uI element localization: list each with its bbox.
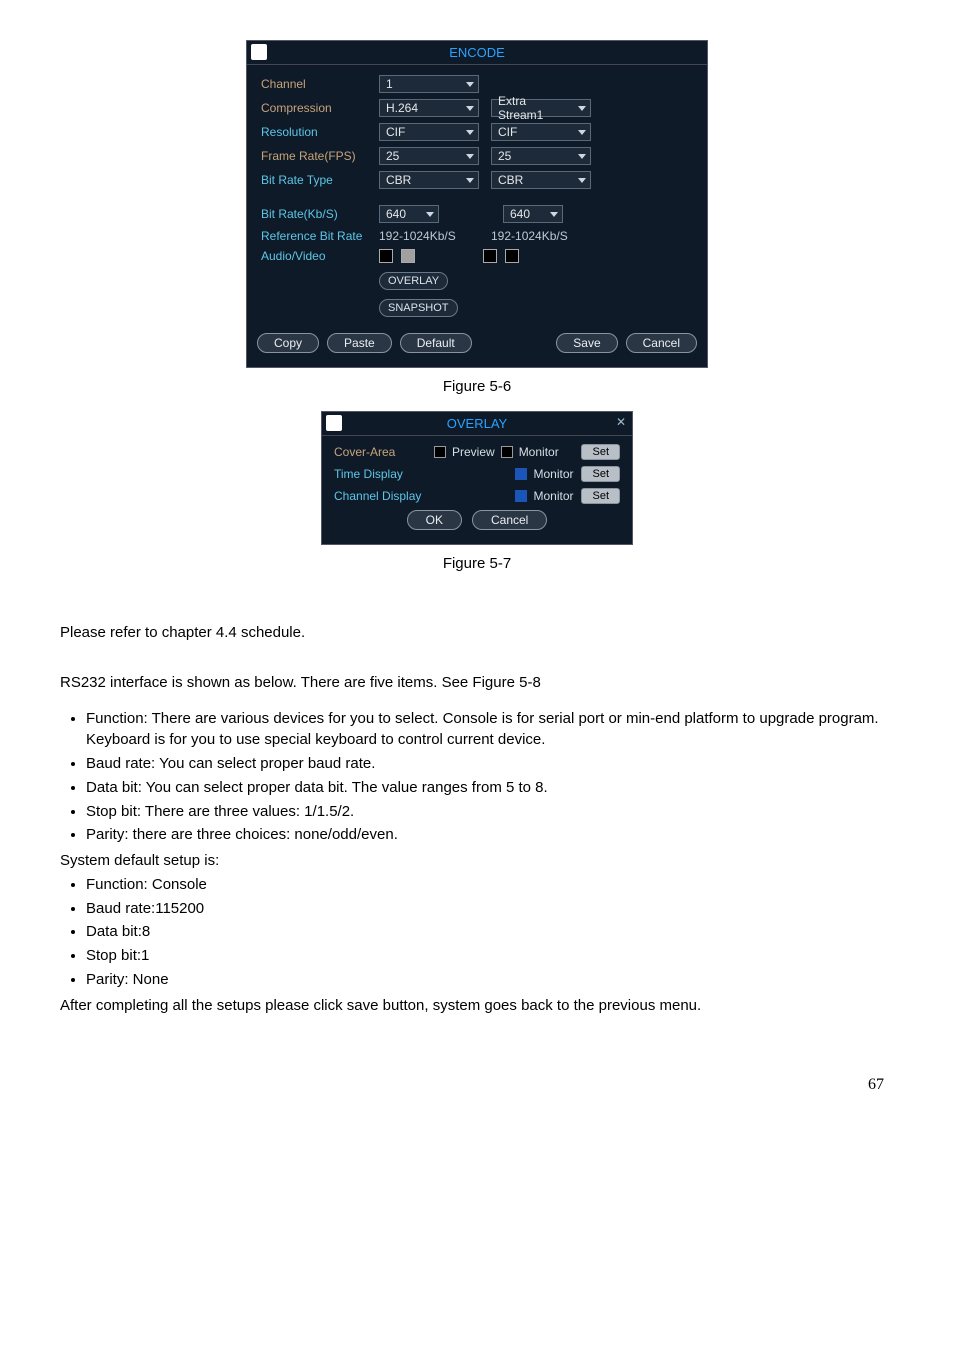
chevron-down-icon bbox=[578, 154, 586, 159]
compression-main-select[interactable]: H.264 bbox=[379, 99, 479, 117]
window-icon bbox=[326, 415, 342, 431]
overlay-ok-button[interactable]: OK bbox=[407, 510, 462, 530]
list-item: Parity: None bbox=[86, 969, 894, 991]
copy-button[interactable]: Copy bbox=[257, 333, 319, 353]
dialog-title: ENCODE bbox=[449, 45, 505, 60]
paragraph: System default setup is: bbox=[60, 850, 894, 872]
channel-set-button[interactable]: Set bbox=[581, 488, 620, 504]
av-extra-video-checkbox[interactable] bbox=[505, 249, 519, 263]
paste-button[interactable]: Paste bbox=[327, 333, 392, 353]
chevron-down-icon bbox=[466, 154, 474, 159]
list-item: Stop bit:1 bbox=[86, 945, 894, 967]
bitrate-main-select[interactable]: 640 bbox=[379, 205, 439, 223]
fps-extra-select[interactable]: 25 bbox=[491, 147, 591, 165]
av-main-video-checkbox[interactable] bbox=[401, 249, 415, 263]
label-cover-area: Cover-Area bbox=[334, 445, 434, 459]
resolution-main-select[interactable]: CIF bbox=[379, 123, 479, 141]
bitratetype-main-select[interactable]: CBR bbox=[379, 171, 479, 189]
chevron-down-icon bbox=[426, 212, 434, 217]
page-number: 67 bbox=[60, 1076, 894, 1094]
overlay-title-text: OVERLAY bbox=[447, 416, 507, 431]
label-channel: Channel bbox=[261, 77, 379, 91]
chevron-down-icon bbox=[578, 130, 586, 135]
av-main-audio-checkbox[interactable] bbox=[379, 249, 393, 263]
overlay-cancel-button[interactable]: Cancel bbox=[472, 510, 547, 530]
list-item: Baud rate: You can select proper baud ra… bbox=[86, 753, 894, 775]
chevron-down-icon bbox=[578, 178, 586, 183]
dialog-title-bar: ENCODE bbox=[247, 41, 707, 65]
preview-checkbox[interactable] bbox=[434, 446, 446, 458]
paragraph: Please refer to chapter 4.4 schedule. bbox=[60, 622, 894, 644]
encode-dialog: ENCODE Channel 1 Compression H.264 Extra… bbox=[246, 40, 708, 368]
snapshot-button[interactable]: SNAPSHOT bbox=[379, 299, 458, 317]
label-refbitrate: Reference Bit Rate bbox=[261, 229, 379, 243]
list-item: Function: Console bbox=[86, 874, 894, 896]
label-compression: Compression bbox=[261, 101, 379, 115]
list-item: Data bit: You can select proper data bit… bbox=[86, 777, 894, 799]
close-icon[interactable]: ✕ bbox=[616, 415, 626, 429]
figure-caption-57: Figure 5-7 bbox=[60, 555, 894, 572]
channel-monitor-checkbox[interactable] bbox=[515, 490, 527, 502]
resolution-extra-select[interactable]: CIF bbox=[491, 123, 591, 141]
fps-main-select[interactable]: 25 bbox=[379, 147, 479, 165]
overlay-dialog: OVERLAY ✕ Cover-Area Preview Monitor Set… bbox=[321, 411, 633, 545]
save-button[interactable]: Save bbox=[556, 333, 617, 353]
label-av: Audio/Video bbox=[261, 249, 379, 263]
ref-main-value: 192-1024Kb/S bbox=[379, 229, 479, 243]
chevron-down-icon bbox=[550, 212, 558, 217]
overlay-title-bar: OVERLAY ✕ bbox=[322, 412, 632, 436]
paragraph: After completing all the setups please c… bbox=[60, 995, 894, 1017]
chevron-down-icon bbox=[578, 106, 586, 111]
channel-select[interactable]: 1 bbox=[379, 75, 479, 93]
coverarea-set-button[interactable]: Set bbox=[581, 444, 620, 460]
window-icon bbox=[251, 44, 267, 60]
chevron-down-icon bbox=[466, 178, 474, 183]
time-monitor-checkbox[interactable] bbox=[515, 468, 527, 480]
list-item: Function: There are various devices for … bbox=[86, 708, 894, 752]
label-fps: Frame Rate(FPS) bbox=[261, 149, 379, 163]
label-bitratetype: Bit Rate Type bbox=[261, 173, 379, 187]
cancel-button[interactable]: Cancel bbox=[626, 333, 697, 353]
ref-extra-value: 192-1024Kb/S bbox=[491, 229, 591, 243]
bitratetype-extra-select[interactable]: CBR bbox=[491, 171, 591, 189]
chevron-down-icon bbox=[466, 82, 474, 87]
label-bitrate: Bit Rate(Kb/S) bbox=[261, 207, 379, 221]
label-time-display: Time Display bbox=[334, 467, 434, 481]
paragraph: RS232 interface is shown as below. There… bbox=[60, 672, 894, 694]
label-channel-display: Channel Display bbox=[334, 489, 434, 503]
time-set-button[interactable]: Set bbox=[581, 466, 620, 482]
list-item: Data bit:8 bbox=[86, 921, 894, 943]
label-resolution: Resolution bbox=[261, 125, 379, 139]
extra-stream-select[interactable]: Extra Stream1 bbox=[491, 99, 591, 117]
chevron-down-icon bbox=[466, 106, 474, 111]
document-body: Please refer to chapter 4.4 schedule. RS… bbox=[60, 622, 894, 1016]
list-item: Baud rate:115200 bbox=[86, 898, 894, 920]
chevron-down-icon bbox=[466, 130, 474, 135]
av-extra-audio-checkbox[interactable] bbox=[483, 249, 497, 263]
overlay-button[interactable]: OVERLAY bbox=[379, 272, 448, 290]
monitor-checkbox[interactable] bbox=[501, 446, 513, 458]
bitrate-extra-select[interactable]: 640 bbox=[503, 205, 563, 223]
figure-caption-56: Figure 5-6 bbox=[60, 378, 894, 395]
list-item: Stop bit: There are three values: 1/1.5/… bbox=[86, 801, 894, 823]
list-item: Parity: there are three choices: none/od… bbox=[86, 824, 894, 846]
default-button[interactable]: Default bbox=[400, 333, 472, 353]
